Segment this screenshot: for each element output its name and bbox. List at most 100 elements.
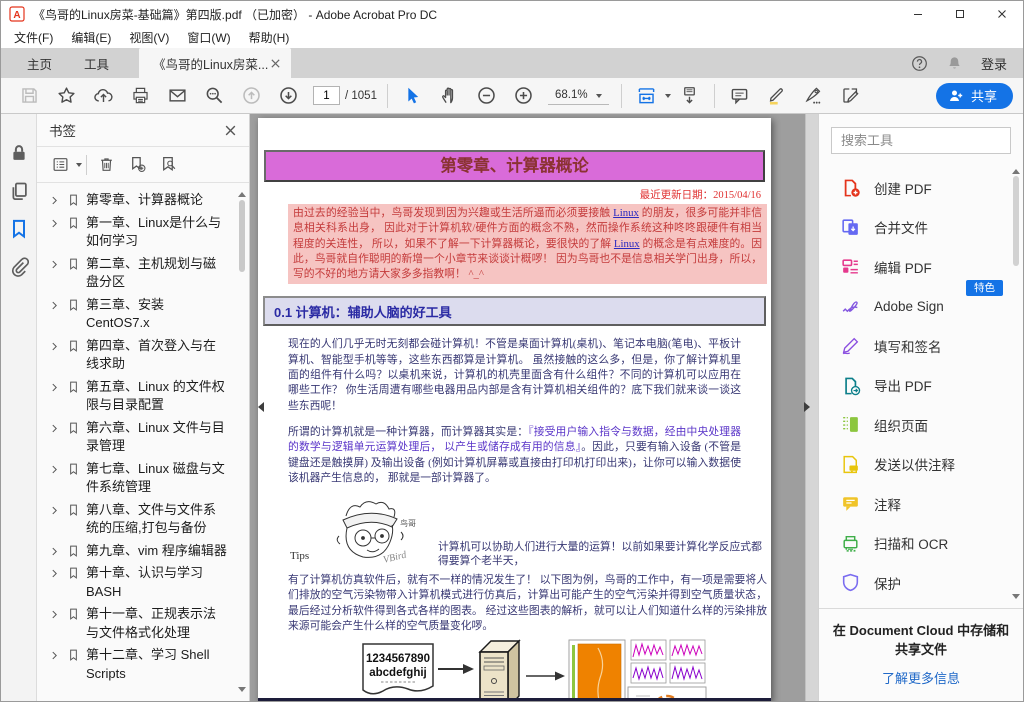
window-maximize-icon[interactable] <box>939 1 981 27</box>
bookmark-item[interactable]: 第十一章、正规表示法与文件格式化处理 <box>49 605 233 642</box>
document-scroll-strip[interactable] <box>805 114 818 701</box>
chevron-right-icon[interactable] <box>49 382 60 393</box>
bookmark-item[interactable]: 第十二章、学习 Shell Scripts <box>49 646 233 683</box>
chevron-right-icon[interactable] <box>49 300 60 311</box>
chevron-down-icon[interactable] <box>665 94 671 101</box>
menu-item-2[interactable]: 视图(V) <box>120 27 178 48</box>
add-bookmark-icon[interactable] <box>129 156 146 173</box>
bookmark-item[interactable]: 第十章、认识与学习 BASH <box>49 564 233 601</box>
share-button[interactable]: 共享 <box>936 83 1013 109</box>
tab-home[interactable]: 主页 <box>11 48 68 78</box>
menu-item-0[interactable]: 文件(F) <box>5 27 62 48</box>
chevron-right-icon[interactable] <box>49 609 60 620</box>
tool-item-create-pdf[interactable]: 创建 PDF <box>840 168 1023 208</box>
window-close-icon[interactable] <box>981 1 1023 27</box>
page-down-icon[interactable] <box>279 86 298 105</box>
paperclip-icon[interactable] <box>9 257 29 277</box>
chevron-down-icon[interactable] <box>596 94 602 101</box>
tools-search-box[interactable] <box>831 127 1011 154</box>
zoom-control[interactable]: 68.1% <box>548 86 609 105</box>
bookmark-item[interactable]: 第三章、安装 CentOS7.x <box>49 296 233 333</box>
tool-item-protect[interactable]: 保护 <box>840 563 1023 603</box>
close-tab-icon[interactable] <box>270 58 281 69</box>
chevron-right-icon[interactable] <box>49 546 60 557</box>
select-arrow-icon[interactable] <box>403 86 422 105</box>
bookmark-item[interactable]: 第七章、Linux 磁盘与文件系统管理 <box>49 460 233 497</box>
help-icon[interactable] <box>911 55 928 72</box>
zoom-in-icon[interactable] <box>514 86 533 105</box>
bookmark-item[interactable]: 第五章、Linux 的文件权限与目录配置 <box>49 378 233 415</box>
bookmark-item[interactable]: 第六章、Linux 文件与目录管理 <box>49 419 233 456</box>
bookmark-item[interactable]: 第八章、文件与文件系统的压缩,打包与备份 <box>49 501 233 538</box>
chevron-right-icon[interactable] <box>49 423 60 434</box>
tool-item-more-tools[interactable]: 更多工具 <box>840 603 1023 609</box>
tab-document[interactable]: 《鸟哥的Linux房菜... <box>139 48 291 78</box>
fit-width-icon[interactable] <box>637 86 656 105</box>
bookmark-item[interactable]: 第二章、主机规划与磁盘分区 <box>49 255 233 292</box>
edit-page-icon[interactable] <box>841 86 860 105</box>
chevron-down-icon[interactable] <box>76 163 82 170</box>
tool-item-adobe-sign[interactable]: Adobe Sign特色 <box>840 287 1023 327</box>
email-icon[interactable] <box>168 86 187 105</box>
options-icon[interactable] <box>52 156 69 173</box>
linux-link[interactable]: Linux <box>614 238 640 250</box>
tool-item-combine-files[interactable]: 合并文件 <box>840 208 1023 248</box>
tool-item-comment-tool[interactable]: 注释 <box>840 484 1023 524</box>
bookmarks-icon[interactable] <box>9 219 29 239</box>
page-up-icon[interactable] <box>242 86 261 105</box>
collapse-bookmarks-arrow[interactable] <box>253 402 264 412</box>
search-tools-input[interactable] <box>841 133 1001 148</box>
scroll-down-icon[interactable] <box>1012 594 1020 603</box>
chevron-right-icon[interactable] <box>49 341 60 352</box>
sign-in-button[interactable]: 登录 <box>981 54 1007 73</box>
window-minimize-icon[interactable] <box>897 1 939 27</box>
chevron-right-icon[interactable] <box>49 650 60 661</box>
tool-item-export-pdf[interactable]: 导出 PDF <box>840 366 1023 406</box>
scrollbar-thumb[interactable] <box>239 200 245 272</box>
bookmark-item[interactable]: 第四章、首次登入与在线求助 <box>49 337 233 374</box>
menu-item-3[interactable]: 窗口(W) <box>178 27 239 48</box>
chevron-right-icon[interactable] <box>49 568 60 579</box>
bookmark-item[interactable]: 第一章、Linux是什么与如何学习 <box>49 214 233 251</box>
scrollbar-thumb[interactable] <box>1013 176 1019 266</box>
sign-pen-icon[interactable] <box>804 86 823 105</box>
tool-item-organize-pages[interactable]: 组织页面 <box>840 405 1023 445</box>
tools-scrollbar[interactable] <box>1011 162 1021 606</box>
menu-item-4[interactable]: 帮助(H) <box>240 27 299 48</box>
bookmarks-scrollbar[interactable] <box>237 185 248 699</box>
chevron-right-icon[interactable] <box>49 195 60 206</box>
highlighter-icon[interactable] <box>767 86 786 105</box>
notifications-bell-icon[interactable] <box>946 55 963 72</box>
learn-more-link[interactable]: 了解更多信息 <box>831 668 1011 687</box>
chevron-right-icon[interactable] <box>49 259 60 270</box>
chevron-right-icon[interactable] <box>49 218 60 229</box>
collapse-tools-arrow[interactable] <box>804 402 815 412</box>
chevron-right-icon[interactable] <box>49 505 60 516</box>
save-icon[interactable] <box>20 86 39 105</box>
zoom-out-icon[interactable] <box>477 86 496 105</box>
tool-item-scan-ocr[interactable]: 扫描和 OCR <box>840 524 1023 564</box>
linux-link[interactable]: Linux <box>613 207 639 219</box>
cloud-upload-icon[interactable] <box>94 86 113 105</box>
tab-tools[interactable]: 工具 <box>68 48 125 78</box>
comment-bubble-icon[interactable] <box>730 86 749 105</box>
tool-item-fill-sign[interactable]: 填写和签名 <box>840 326 1023 366</box>
scroll-down-icon[interactable] <box>238 687 246 696</box>
star-icon[interactable] <box>57 86 76 105</box>
page-number-input[interactable] <box>313 86 340 105</box>
print-icon[interactable] <box>131 86 150 105</box>
scroll-up-icon[interactable] <box>238 188 246 197</box>
close-panel-icon[interactable] <box>224 124 237 137</box>
chevron-right-icon[interactable] <box>49 464 60 475</box>
page-scroll-icon[interactable] <box>680 86 699 105</box>
search-icon[interactable] <box>205 86 224 105</box>
pages-icon[interactable] <box>9 181 29 201</box>
tool-item-send-comments[interactable]: 发送以供注释 <box>840 445 1023 485</box>
lock-icon[interactable] <box>9 143 29 163</box>
menu-item-1[interactable]: 编辑(E) <box>62 27 120 48</box>
hand-icon[interactable] <box>440 86 459 105</box>
bookmark-item[interactable]: 第零章、计算器概论 <box>49 191 233 210</box>
bookmark-item[interactable]: 第九章、vim 程序编辑器 <box>49 542 233 561</box>
find-bookmark-icon[interactable] <box>160 156 177 173</box>
scroll-up-icon[interactable] <box>1012 165 1020 174</box>
